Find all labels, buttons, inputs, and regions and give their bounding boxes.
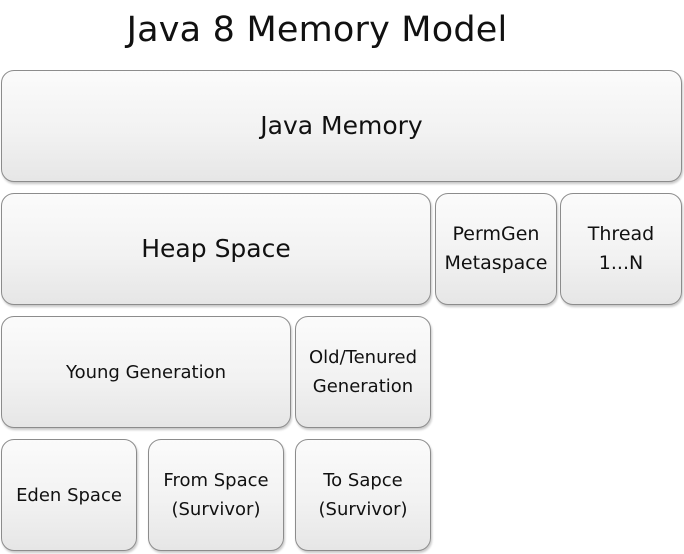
thread-label: Thread 1...N — [587, 223, 655, 274]
young-generation-box: Young Generation — [1, 316, 291, 428]
eden-space-box: Eden Space — [1, 439, 137, 551]
java-memory-label: Java Memory — [260, 111, 423, 140]
thread-box: Thread 1...N — [560, 193, 682, 305]
permgen-metaspace-label: PermGen Metaspace — [444, 223, 548, 274]
heap-space-label: Heap Space — [141, 234, 291, 263]
from-space-label: From Space (Survivor) — [163, 470, 269, 520]
diagram-title: Java 8 Memory Model — [126, 10, 508, 50]
young-generation-label: Young Generation — [66, 361, 226, 383]
to-space-label: To Sapce (Survivor) — [318, 470, 408, 520]
permgen-metaspace-box: PermGen Metaspace — [435, 193, 557, 305]
heap-space-box: Heap Space — [1, 193, 431, 305]
to-space-box: To Sapce (Survivor) — [295, 439, 431, 551]
old-tenured-generation-label: Old/Tenured Generation — [309, 347, 417, 397]
from-space-box: From Space (Survivor) — [148, 439, 284, 551]
old-tenured-generation-box: Old/Tenured Generation — [295, 316, 431, 428]
eden-space-label: Eden Space — [16, 484, 122, 506]
java-memory-box: Java Memory — [1, 70, 682, 182]
